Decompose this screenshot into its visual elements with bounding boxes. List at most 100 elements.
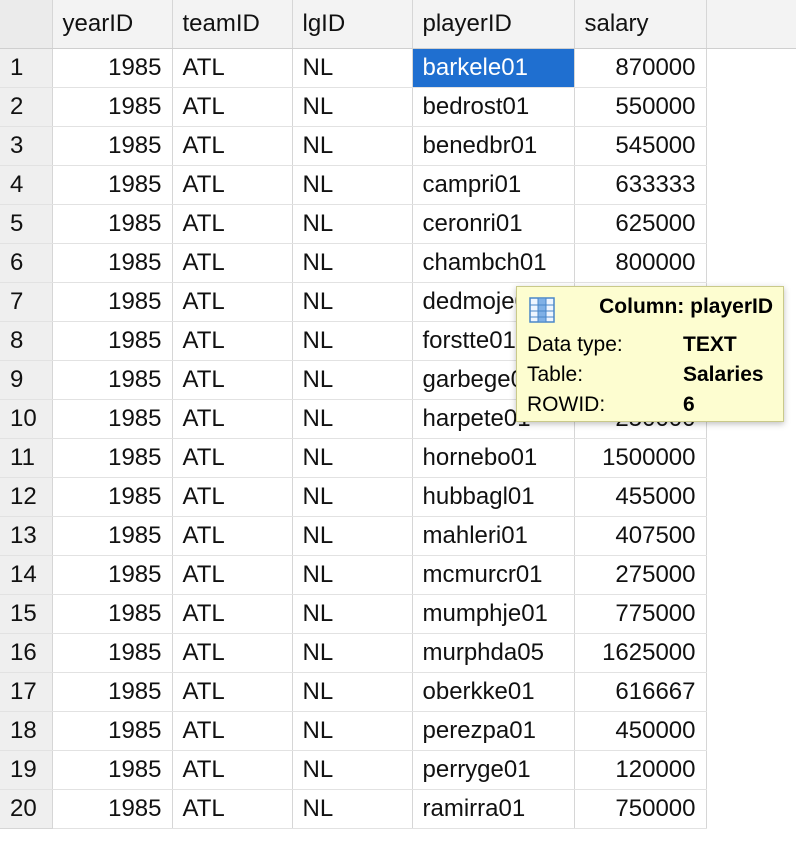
- row-number[interactable]: 12: [0, 477, 53, 517]
- row-number[interactable]: 2: [0, 87, 53, 127]
- cell-lgID[interactable]: NL: [292, 555, 413, 595]
- cell-playerID[interactable]: ramirra01: [412, 789, 575, 829]
- table-row[interactable]: 12 1985 ATL NL hubbagl01 455000: [0, 477, 796, 517]
- cell-yearID[interactable]: 1985: [52, 750, 173, 790]
- cell-salary[interactable]: 1500000: [574, 438, 707, 478]
- cell-yearID[interactable]: 1985: [52, 243, 173, 283]
- cell-lgID[interactable]: NL: [292, 48, 413, 88]
- table-row[interactable]: 4 1985 ATL NL campri01 633333: [0, 165, 796, 205]
- cell-yearID[interactable]: 1985: [52, 48, 173, 88]
- cell-salary[interactable]: 616667: [574, 672, 707, 712]
- cell-salary[interactable]: 455000: [574, 477, 707, 517]
- cell-teamID[interactable]: ATL: [172, 165, 293, 205]
- cell-salary[interactable]: 275000: [574, 555, 707, 595]
- cell-teamID[interactable]: ATL: [172, 399, 293, 439]
- cell-salary[interactable]: 775000: [574, 594, 707, 634]
- cell-yearID[interactable]: 1985: [52, 321, 173, 361]
- table-row[interactable]: 6 1985 ATL NL chambch01 800000: [0, 243, 796, 283]
- table-row[interactable]: 1 1985 ATL NL barkele01 870000: [0, 48, 796, 88]
- cell-teamID[interactable]: ATL: [172, 477, 293, 517]
- cell-yearID[interactable]: 1985: [52, 555, 173, 595]
- row-number[interactable]: 16: [0, 633, 53, 673]
- cell-teamID[interactable]: ATL: [172, 126, 293, 166]
- cell-salary[interactable]: 1625000: [574, 633, 707, 673]
- cell-salary[interactable]: 625000: [574, 204, 707, 244]
- cell-lgID[interactable]: NL: [292, 633, 413, 673]
- row-number[interactable]: 11: [0, 438, 53, 478]
- cell-lgID[interactable]: NL: [292, 399, 413, 439]
- table-row[interactable]: 16 1985 ATL NL murphda05 1625000: [0, 633, 796, 673]
- cell-yearID[interactable]: 1985: [52, 633, 173, 673]
- cell-playerID[interactable]: perezpa01: [412, 711, 575, 751]
- column-header-salary[interactable]: salary: [574, 0, 707, 49]
- cell-lgID[interactable]: NL: [292, 243, 413, 283]
- cell-yearID[interactable]: 1985: [52, 477, 173, 517]
- row-number[interactable]: 18: [0, 711, 53, 751]
- cell-yearID[interactable]: 1985: [52, 789, 173, 829]
- cell-yearID[interactable]: 1985: [52, 165, 173, 205]
- table-row[interactable]: 15 1985 ATL NL mumphje01 775000: [0, 594, 796, 634]
- row-number[interactable]: 17: [0, 672, 53, 712]
- cell-teamID[interactable]: ATL: [172, 750, 293, 790]
- cell-teamID[interactable]: ATL: [172, 672, 293, 712]
- cell-playerID[interactable]: murphda05: [412, 633, 575, 673]
- cell-salary[interactable]: 120000: [574, 750, 707, 790]
- cell-lgID[interactable]: NL: [292, 204, 413, 244]
- row-number[interactable]: 6: [0, 243, 53, 283]
- row-number[interactable]: 9: [0, 360, 53, 400]
- cell-teamID[interactable]: ATL: [172, 360, 293, 400]
- cell-playerID[interactable]: bedrost01: [412, 87, 575, 127]
- cell-lgID[interactable]: NL: [292, 438, 413, 478]
- table-row[interactable]: 19 1985 ATL NL perryge01 120000: [0, 750, 796, 790]
- row-number[interactable]: 20: [0, 789, 53, 829]
- cell-lgID[interactable]: NL: [292, 750, 413, 790]
- cell-playerID[interactable]: ceronri01: [412, 204, 575, 244]
- cell-playerID[interactable]: mcmurcr01: [412, 555, 575, 595]
- cell-playerID[interactable]: oberkke01: [412, 672, 575, 712]
- cell-playerID[interactable]: campri01: [412, 165, 575, 205]
- row-number[interactable]: 10: [0, 399, 53, 439]
- cell-lgID[interactable]: NL: [292, 282, 413, 322]
- cell-lgID[interactable]: NL: [292, 477, 413, 517]
- column-header-playerID[interactable]: playerID: [412, 0, 575, 49]
- cell-yearID[interactable]: 1985: [52, 399, 173, 439]
- table-row[interactable]: 3 1985 ATL NL benedbr01 545000: [0, 126, 796, 166]
- table-row[interactable]: 11 1985 ATL NL hornebo01 1500000: [0, 438, 796, 478]
- row-number[interactable]: 3: [0, 126, 53, 166]
- cell-lgID[interactable]: NL: [292, 594, 413, 634]
- cell-salary[interactable]: 750000: [574, 789, 707, 829]
- cell-teamID[interactable]: ATL: [172, 321, 293, 361]
- corner-cell[interactable]: [0, 0, 53, 49]
- table-row[interactable]: 13 1985 ATL NL mahleri01 407500: [0, 516, 796, 556]
- cell-yearID[interactable]: 1985: [52, 360, 173, 400]
- cell-lgID[interactable]: NL: [292, 321, 413, 361]
- table-row[interactable]: 20 1985 ATL NL ramirra01 750000: [0, 789, 796, 829]
- cell-teamID[interactable]: ATL: [172, 633, 293, 673]
- cell-teamID[interactable]: ATL: [172, 438, 293, 478]
- row-number[interactable]: 1: [0, 48, 53, 88]
- cell-teamID[interactable]: ATL: [172, 87, 293, 127]
- row-number[interactable]: 15: [0, 594, 53, 634]
- cell-teamID[interactable]: ATL: [172, 243, 293, 283]
- cell-teamID[interactable]: ATL: [172, 789, 293, 829]
- cell-yearID[interactable]: 1985: [52, 126, 173, 166]
- cell-playerID[interactable]: perryge01: [412, 750, 575, 790]
- cell-yearID[interactable]: 1985: [52, 282, 173, 322]
- cell-salary[interactable]: 870000: [574, 48, 707, 88]
- cell-salary[interactable]: 633333: [574, 165, 707, 205]
- cell-playerID[interactable]: mumphje01: [412, 594, 575, 634]
- cell-playerID[interactable]: hubbagl01: [412, 477, 575, 517]
- column-header-yearID[interactable]: yearID: [52, 0, 173, 49]
- cell-lgID[interactable]: NL: [292, 165, 413, 205]
- table-row[interactable]: 2 1985 ATL NL bedrost01 550000: [0, 87, 796, 127]
- cell-playerID[interactable]: mahleri01: [412, 516, 575, 556]
- row-number[interactable]: 13: [0, 516, 53, 556]
- cell-lgID[interactable]: NL: [292, 516, 413, 556]
- cell-lgID[interactable]: NL: [292, 87, 413, 127]
- cell-playerID[interactable]: chambch01: [412, 243, 575, 283]
- cell-teamID[interactable]: ATL: [172, 48, 293, 88]
- cell-salary[interactable]: 545000: [574, 126, 707, 166]
- row-number[interactable]: 7: [0, 282, 53, 322]
- cell-lgID[interactable]: NL: [292, 672, 413, 712]
- table-row[interactable]: 14 1985 ATL NL mcmurcr01 275000: [0, 555, 796, 595]
